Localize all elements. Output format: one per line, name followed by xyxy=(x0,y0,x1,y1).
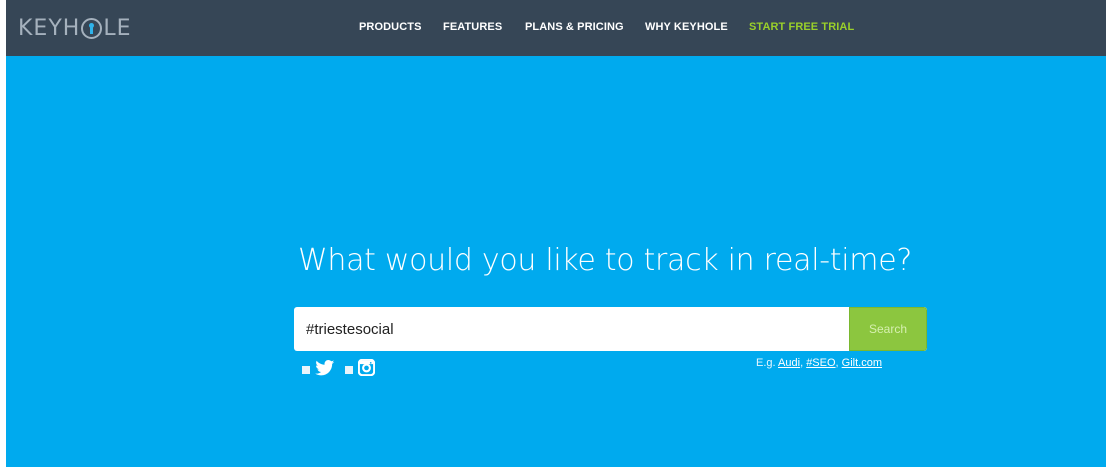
nav-plans-pricing[interactable]: PLANS & PRICING xyxy=(525,21,624,33)
twitter-icon[interactable] xyxy=(315,359,335,381)
source-selector xyxy=(302,358,385,381)
instagram-icon[interactable] xyxy=(357,358,376,381)
hero-headline: What would you like to track in real-tim… xyxy=(298,243,913,278)
examples-prefix: E.g. xyxy=(756,357,776,369)
page-frame: KEYH LE PRODUCTS FEATURES PLANS & PRICIN… xyxy=(6,0,1106,467)
search-button[interactable]: Search xyxy=(849,307,927,351)
main-nav: PRODUCTS FEATURES PLANS & PRICING WHY KE… xyxy=(6,0,1106,56)
nav-why-keyhole[interactable]: WHY KEYHOLE xyxy=(645,21,728,33)
top-navbar: KEYH LE PRODUCTS FEATURES PLANS & PRICIN… xyxy=(6,0,1106,56)
example-link-seo[interactable]: #SEO xyxy=(806,357,835,369)
search-examples: E.g. Audi, #SEO, Gilt.com xyxy=(756,357,883,369)
hero-section: What would you like to track in real-tim… xyxy=(6,56,1106,467)
nav-start-free-trial[interactable]: START FREE TRIAL xyxy=(749,21,854,33)
search-input[interactable] xyxy=(294,307,849,351)
search-bar: Search xyxy=(294,307,927,351)
nav-products[interactable]: PRODUCTS xyxy=(359,21,422,33)
twitter-checkbox[interactable] xyxy=(302,366,310,374)
nav-features[interactable]: FEATURES xyxy=(443,21,502,33)
example-link-audi[interactable]: Audi xyxy=(778,357,800,369)
instagram-checkbox[interactable] xyxy=(345,366,353,374)
example-link-gilt[interactable]: Gilt.com xyxy=(842,357,882,369)
